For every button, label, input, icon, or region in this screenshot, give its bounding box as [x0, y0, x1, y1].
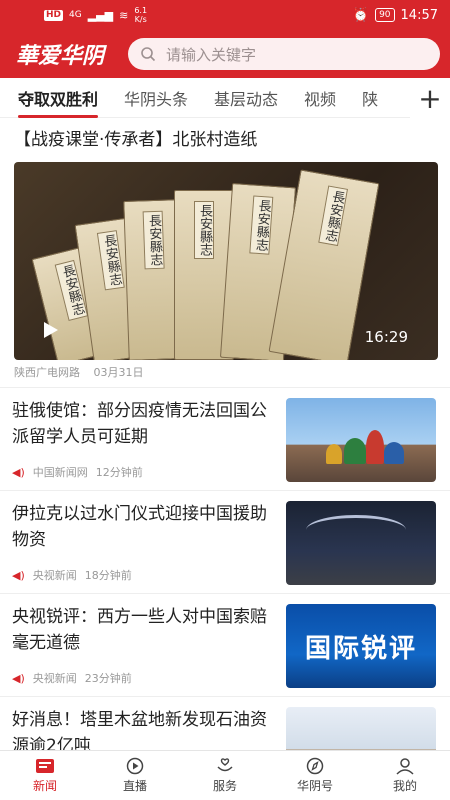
- speaker-icon[interactable]: ◀): [12, 466, 25, 479]
- plus-icon: +: [418, 81, 442, 115]
- network-label: 4G: [69, 10, 82, 20]
- nav-news[interactable]: 新闻: [0, 751, 90, 800]
- thumbnail-caption: 国际锐评: [304, 633, 417, 664]
- nav-label: 华阴号: [296, 779, 333, 793]
- app-header: HD 4G ▂▄▆ ≋ 6.1 K/s ⏰ 90 14:57 華爱华阴 请输入关…: [0, 0, 450, 78]
- tab-duoqu[interactable]: 夺取双胜利: [18, 86, 99, 118]
- user-icon: [395, 757, 415, 775]
- list-item[interactable]: 央视锐评：西方一些人对中国索赔毫无道德 ◀) 央视新闻 23分钟前 国际锐评: [0, 594, 450, 697]
- compass-icon: [305, 757, 325, 775]
- news-time: 23分钟前: [84, 672, 132, 685]
- video-date: 03月31日: [93, 366, 144, 379]
- network-speed: 6.1 K/s: [134, 6, 147, 24]
- speaker-icon[interactable]: ◀): [12, 672, 25, 685]
- nav-profile[interactable]: 我的: [360, 751, 450, 800]
- news-time: 12分钟前: [95, 466, 143, 479]
- hd-badge: HD: [44, 9, 64, 21]
- service-icon: [215, 757, 235, 775]
- news-icon: [35, 757, 55, 775]
- list-item[interactable]: 伊拉克以过水门仪式迎接中国援助物资 ◀) 央视新闻 18分钟前: [0, 491, 450, 594]
- news-title: 伊拉克以过水门仪式迎接中国援助物资: [12, 504, 267, 550]
- news-title: 央视锐评：西方一些人对中国索赔毫无道德: [12, 607, 267, 653]
- book-label: 長安縣志: [194, 201, 214, 259]
- news-thumbnail: 国际锐评: [286, 604, 436, 688]
- book-label: 長安縣志: [249, 195, 274, 255]
- tab-huayin-headlines[interactable]: 华阴头条: [124, 86, 188, 110]
- news-source: 中国新闻网: [32, 466, 88, 479]
- news-source: 央视新闻: [32, 569, 77, 582]
- speaker-icon[interactable]: ◀): [12, 569, 25, 582]
- news-meta: ◀) 央视新闻 18分钟前: [12, 567, 274, 583]
- nav-live[interactable]: 直播: [90, 751, 180, 800]
- news-time: 18分钟前: [84, 569, 132, 582]
- news-thumbnail: [286, 398, 436, 482]
- news-source: 央视新闻: [32, 672, 77, 685]
- video-duration: 16:29: [364, 328, 408, 346]
- nav-service[interactable]: 服务: [180, 751, 270, 800]
- search-placeholder: 请输入关键字: [166, 45, 257, 64]
- app-logo: 華爱华阴: [16, 43, 105, 69]
- news-feed[interactable]: 【战疫课堂·传承者】北张村造纸 長安縣志 長安縣志 長安縣志 長安縣志 長安縣志…: [0, 118, 450, 750]
- bottom-navigation: 新闻 直播 服务 华阴号 我的: [0, 750, 450, 800]
- status-bar: HD 4G ▂▄▆ ≋ 6.1 K/s ⏰ 90 14:57: [0, 0, 450, 30]
- search-input[interactable]: 请输入关键字: [128, 38, 440, 70]
- signal-icon: ▂▄▆: [87, 8, 114, 22]
- news-thumbnail: [286, 707, 436, 750]
- video-card[interactable]: 【战疫课堂·传承者】北张村造纸 長安縣志 長安縣志 長安縣志 長安縣志 長安縣志…: [0, 118, 450, 388]
- battery-indicator: 90: [375, 8, 395, 22]
- clock: 14:57: [400, 7, 438, 23]
- nav-label: 我的: [392, 779, 417, 793]
- video-title: 【战疫课堂·传承者】北张村造纸: [14, 130, 258, 150]
- news-thumbnail: [286, 501, 436, 585]
- tab-local-news[interactable]: 基层动态: [214, 86, 278, 110]
- speed-unit: K/s: [134, 15, 147, 24]
- video-meta: 陕西广电网路 03月31日: [14, 364, 436, 380]
- news-title: 驻俄使馆：部分因疫情无法回国公派留学人员可延期: [12, 401, 267, 447]
- video-source: 陕西广电网路: [14, 366, 80, 379]
- live-icon: [125, 757, 145, 775]
- book-label: 長安縣志: [142, 210, 165, 270]
- news-title: 好消息！塔里木盆地新发现石油资源逾2亿吨: [12, 710, 267, 750]
- book-label: 長安縣志: [318, 185, 349, 247]
- tab-video[interactable]: 视频: [304, 86, 336, 110]
- nav-label: 新闻: [32, 779, 57, 793]
- wifi-icon: ≋: [119, 8, 129, 22]
- list-item[interactable]: 好消息！塔里木盆地新发现石油资源逾2亿吨: [0, 697, 450, 750]
- speed-value: 6.1: [134, 6, 148, 15]
- alarm-icon: ⏰: [352, 7, 370, 23]
- list-item[interactable]: 驻俄使馆：部分因疫情无法回国公派留学人员可延期 ◀) 中国新闻网 12分钟前: [0, 388, 450, 491]
- nav-huayin-hao[interactable]: 华阴号: [270, 751, 360, 800]
- nav-label: 服务: [212, 779, 237, 793]
- nav-label: 直播: [122, 779, 147, 793]
- news-meta: ◀) 央视新闻 23分钟前: [12, 670, 274, 686]
- video-thumbnail[interactable]: 長安縣志 長安縣志 長安縣志 長安縣志 長安縣志 長安縣志 16:29: [14, 162, 438, 360]
- channel-tabs: 夺取双胜利 华阴头条 基层动态 视频 陕 +: [0, 78, 450, 118]
- search-icon: [141, 47, 156, 62]
- play-icon[interactable]: [44, 322, 58, 338]
- news-meta: ◀) 中国新闻网 12分钟前: [12, 464, 274, 480]
- add-channel-button[interactable]: +: [410, 78, 450, 118]
- book-label: 長安縣志: [96, 230, 125, 291]
- tab-shaanxi[interactable]: 陕: [362, 86, 378, 110]
